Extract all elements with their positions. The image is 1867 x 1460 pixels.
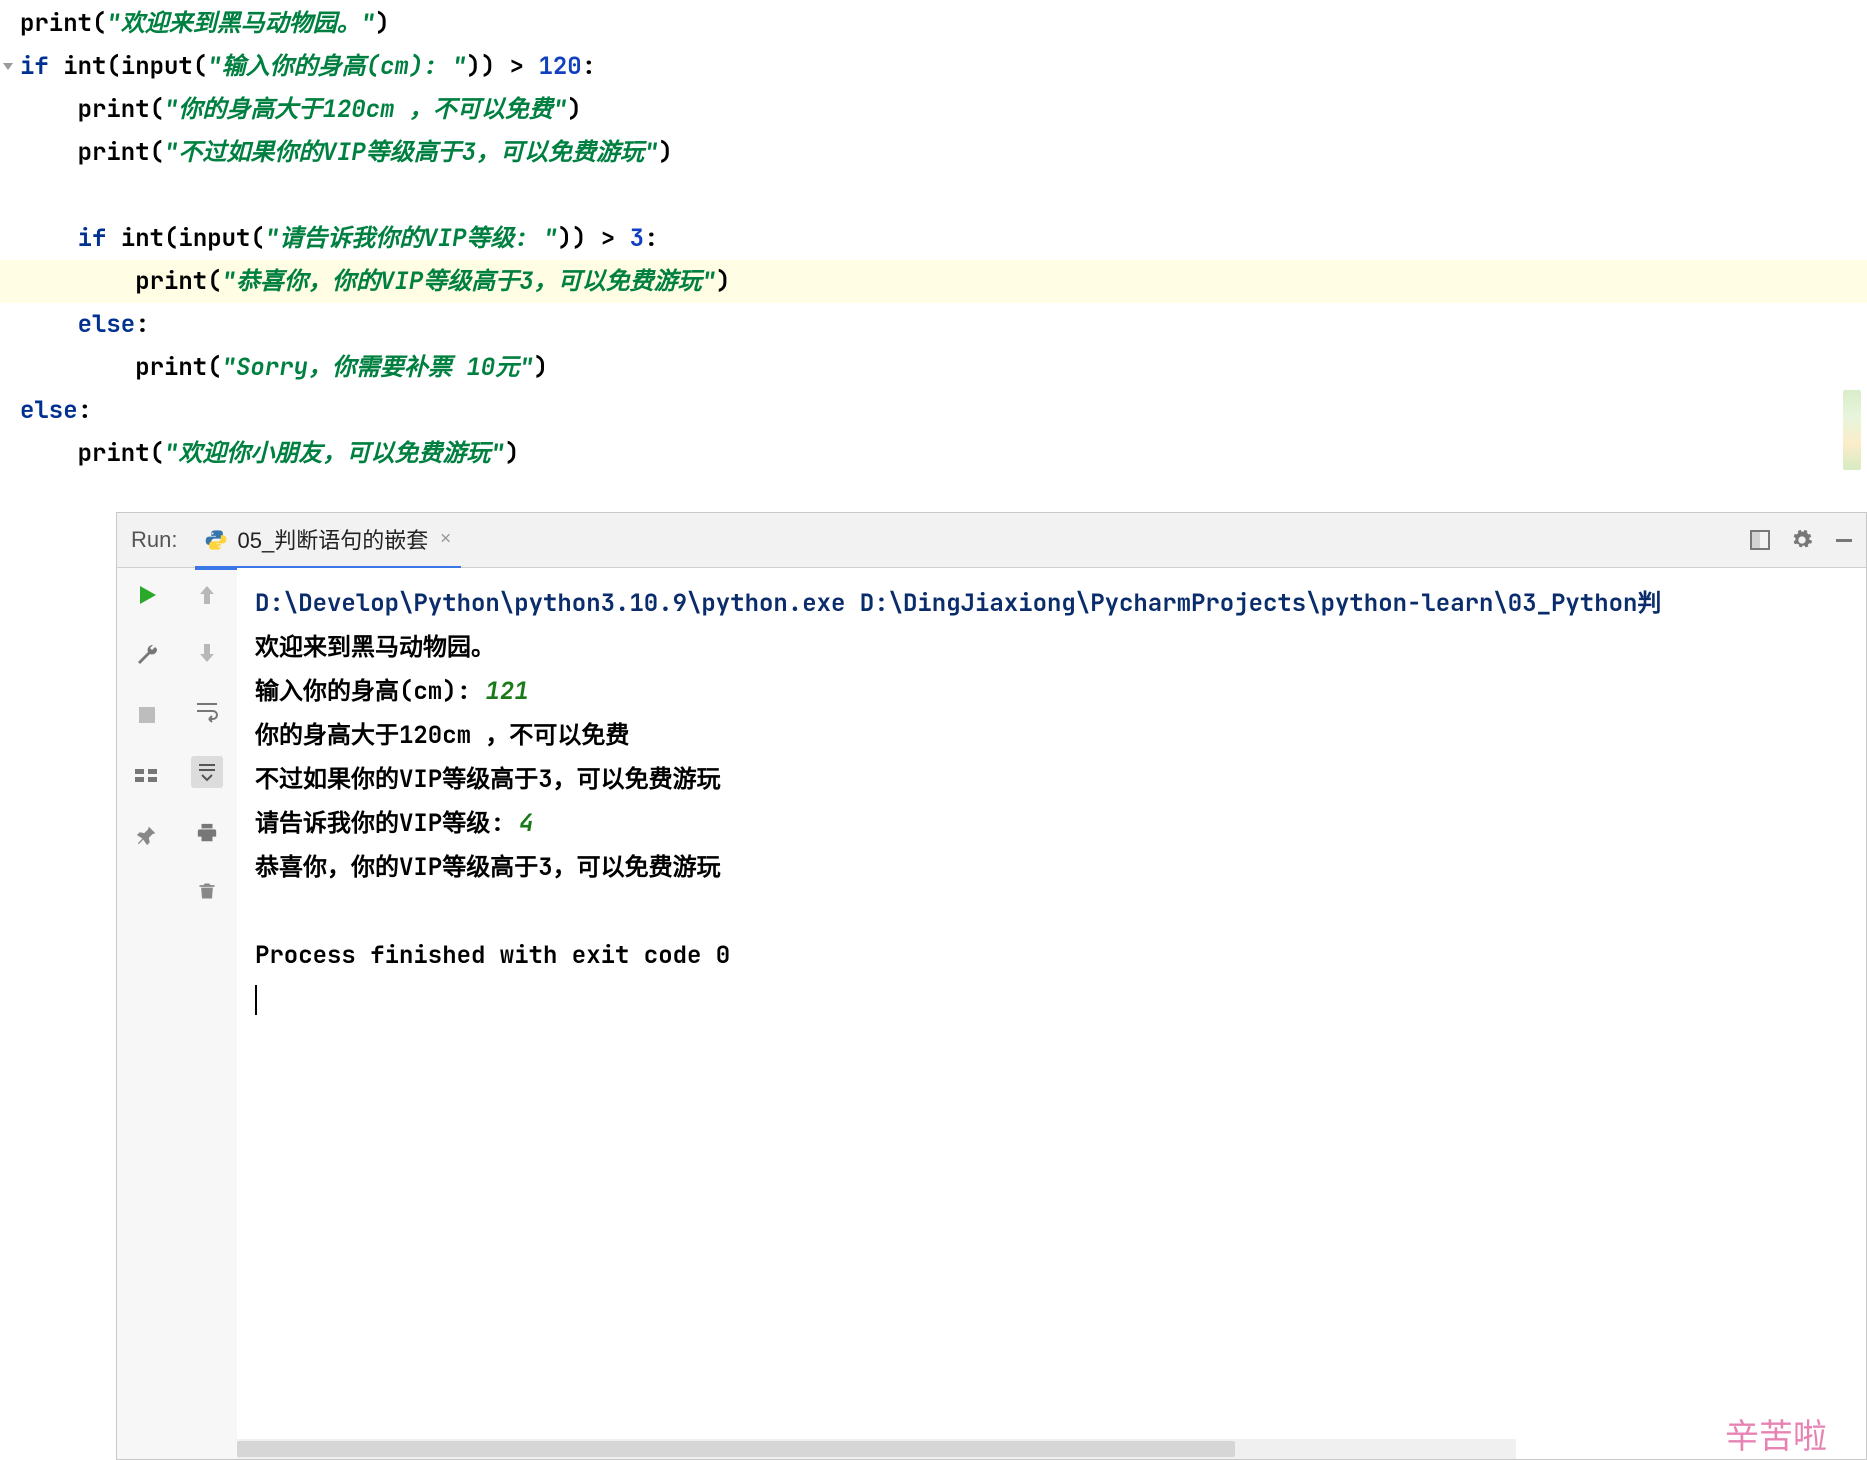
wrench-icon[interactable] xyxy=(134,642,160,668)
arrow-up-icon[interactable] xyxy=(194,582,220,608)
layout-icon[interactable] xyxy=(1748,528,1772,552)
code-line: print("欢迎来到黑马动物园。") xyxy=(20,2,1867,45)
scroll-to-end-icon[interactable] xyxy=(191,756,223,788)
console-line: 恭喜你，你的VIP等级高于3，可以免费游玩 xyxy=(255,846,1856,890)
run-label: Run: xyxy=(131,527,177,553)
run-tab[interactable]: 05_判断语句的嵌套 ✕ xyxy=(195,512,461,570)
print-icon[interactable] xyxy=(194,820,220,846)
console-line: D:\Develop\Python\python3.10.9\python.ex… xyxy=(255,582,1856,626)
arrow-down-icon[interactable] xyxy=(194,640,220,666)
soft-wrap-icon[interactable] xyxy=(194,698,220,724)
console-line: 欢迎来到黑马动物园。 xyxy=(255,626,1856,670)
console-line: 不过如果你的VIP等级高于3，可以免费游玩 xyxy=(255,758,1856,802)
code-line: print("Sorry，你需要补票 10元") xyxy=(20,346,1867,389)
console-line: 输入你的身高(cm): 121 xyxy=(255,670,1856,714)
watermark-text: 辛苦啦 xyxy=(1725,1409,1827,1458)
run-toolbar-secondary xyxy=(177,568,237,1459)
code-line: else: xyxy=(20,389,1867,432)
code-line: if int(input("请告诉我你的VIP等级: ")) > 3: xyxy=(20,217,1867,260)
pin-icon[interactable] xyxy=(134,822,160,848)
editor-minimap[interactable] xyxy=(1843,390,1861,470)
minimize-icon[interactable] xyxy=(1832,528,1856,552)
trash-icon[interactable] xyxy=(194,878,220,904)
layout-split-icon[interactable] xyxy=(134,762,160,788)
console-line: Process finished with exit code 0 xyxy=(255,934,1856,978)
rerun-icon[interactable] xyxy=(134,582,160,608)
close-icon[interactable]: ✕ xyxy=(440,527,451,550)
stop-icon[interactable] xyxy=(134,702,160,728)
console-line: 你的身高大于120cm ，不可以免费 xyxy=(255,714,1856,758)
run-tab-name: 05_判断语句的嵌套 xyxy=(237,523,428,555)
fold-handle-icon[interactable] xyxy=(2,60,14,72)
console-output[interactable]: D:\Develop\Python\python3.10.9\python.ex… xyxy=(237,568,1866,1459)
horizontal-scrollbar[interactable] xyxy=(237,1439,1516,1459)
code-line: print("你的身高大于120cm ，不可以免费") xyxy=(20,88,1867,131)
code-editor[interactable]: print("欢迎来到黑马动物园。") if int(input("输入你的身高… xyxy=(0,0,1867,475)
console-line xyxy=(255,890,1856,934)
run-tool-window: Run: 05_判断语句的嵌套 ✕ xyxy=(116,512,1867,1460)
run-toolbar-primary xyxy=(117,568,177,1459)
code-line: print("欢迎你小朋友，可以免费游玩") xyxy=(20,432,1867,475)
code-line: else: xyxy=(20,303,1867,346)
console-cursor xyxy=(255,978,1856,1022)
gear-icon[interactable] xyxy=(1790,528,1814,552)
python-icon xyxy=(205,528,227,550)
code-line xyxy=(20,174,1867,217)
console-line: 请告诉我你的VIP等级: 4 xyxy=(255,802,1856,846)
code-line-highlighted: print("恭喜你，你的VIP等级高于3，可以免费游玩") xyxy=(0,260,1867,303)
run-header: Run: 05_判断语句的嵌套 ✕ xyxy=(117,513,1866,568)
code-line: print("不过如果你的VIP等级高于3，可以免费游玩") xyxy=(20,131,1867,174)
code-line: if int(input("输入你的身高(cm): ")) > 120: xyxy=(20,45,1867,88)
